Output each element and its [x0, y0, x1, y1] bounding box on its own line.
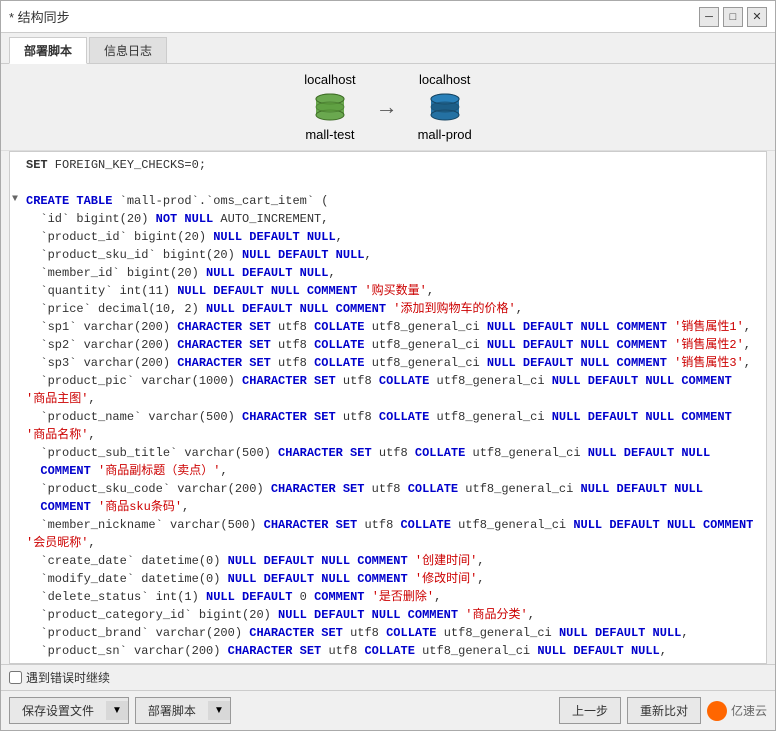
source-db-host: localhost	[304, 72, 355, 87]
save-settings-button[interactable]: 保存设置文件	[10, 698, 106, 723]
window-controls: ─ □ ✕	[699, 7, 767, 27]
window-title: * 结构同步	[9, 7, 699, 26]
save-settings-dropdown[interactable]: ▼	[106, 701, 128, 720]
target-db-name: mall-prod	[418, 127, 472, 142]
source-db-icon	[312, 89, 348, 125]
code-editor[interactable]: SET FOREIGN_KEY_CHECKS=0; ▼ CREATE TABLE…	[9, 151, 767, 664]
error-continue-checkbox[interactable]	[9, 671, 22, 684]
db-flow: localhost mall-test → localhost	[304, 72, 472, 142]
logo-area: 亿速云	[707, 701, 767, 721]
deploy-script-dropdown[interactable]: ▼	[208, 701, 230, 720]
target-db-host: localhost	[419, 72, 470, 87]
action-bar: 保存设置文件 ▼ 部署脚本 ▼ 上一步 重新比对 亿速云	[1, 690, 775, 730]
main-window: * 结构同步 ─ □ ✕ 部署脚本 信息日志 localhost mall-te…	[0, 0, 776, 731]
tab-deploy-script[interactable]: 部署脚本	[9, 37, 87, 64]
flow-arrow: →	[376, 94, 398, 120]
code-wrapper: SET FOREIGN_KEY_CHECKS=0; ▼ CREATE TABLE…	[1, 151, 775, 664]
title-bar: * 结构同步 ─ □ ✕	[1, 1, 775, 33]
error-continue-label: 遇到错误时继续	[26, 669, 110, 686]
save-settings-group: 保存设置文件 ▼	[9, 697, 129, 724]
target-db: localhost mall-prod	[418, 72, 472, 142]
tab-bar: 部署脚本 信息日志	[1, 33, 775, 64]
source-db: localhost mall-test	[304, 72, 355, 142]
maximize-button[interactable]: □	[723, 7, 743, 27]
target-db-icon	[427, 89, 463, 125]
deploy-script-group: 部署脚本 ▼	[135, 697, 231, 724]
tab-info-log[interactable]: 信息日志	[89, 37, 167, 63]
deploy-script-button[interactable]: 部署脚本	[136, 698, 208, 723]
logo-text: 亿速云	[731, 702, 767, 719]
logo-icon	[707, 701, 727, 721]
prev-step-button[interactable]: 上一步	[559, 697, 621, 724]
source-db-name: mall-test	[305, 127, 354, 142]
recompare-button[interactable]: 重新比对	[627, 697, 701, 724]
db-flow-toolbar: localhost mall-test → localhost	[1, 64, 775, 151]
minimize-button[interactable]: ─	[699, 7, 719, 27]
error-continue-row: 遇到错误时继续	[9, 669, 110, 686]
bottom-bar: 遇到错误时继续	[1, 664, 775, 690]
close-button[interactable]: ✕	[747, 7, 767, 27]
